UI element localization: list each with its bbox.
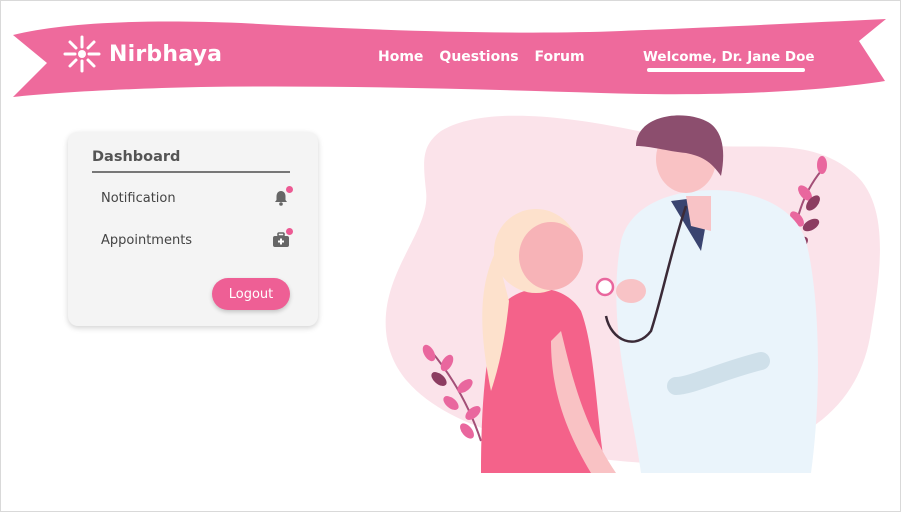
nav-home[interactable]: Home — [378, 49, 423, 65]
welcome-underline — [647, 68, 805, 72]
bell-icon — [271, 186, 293, 208]
dashboard-title: Dashboard — [92, 149, 181, 165]
nav-forum[interactable]: Forum — [535, 49, 585, 65]
notification-badge — [286, 186, 293, 193]
welcome-user-link[interactable]: Welcome, Dr. Jane Doe — [643, 49, 815, 65]
dashboard-divider — [92, 171, 290, 173]
logout-button[interactable]: Logout — [212, 278, 290, 310]
main-nav: Home Questions Forum — [378, 49, 585, 65]
dashboard-item-notification[interactable]: Notification — [101, 186, 293, 208]
brand[interactable]: Nirbhaya — [63, 35, 222, 73]
dashboard-card: Dashboard Notification Appointments Logo… — [68, 132, 318, 326]
medical-kit-icon — [271, 228, 293, 250]
notification-label: Notification — [101, 190, 176, 206]
brand-name: Nirbhaya — [109, 41, 223, 67]
dashboard-item-appointments[interactable]: Appointments — [101, 228, 293, 250]
nav-questions[interactable]: Questions — [439, 49, 518, 65]
sparkle-people-icon — [63, 35, 101, 73]
app-frame: Nirbhaya Home Questions Forum Welcome, D… — [0, 0, 901, 512]
doctor-patient-illustration — [385, 115, 880, 474]
appointments-label: Appointments — [101, 232, 193, 248]
appointments-badge — [286, 228, 293, 235]
